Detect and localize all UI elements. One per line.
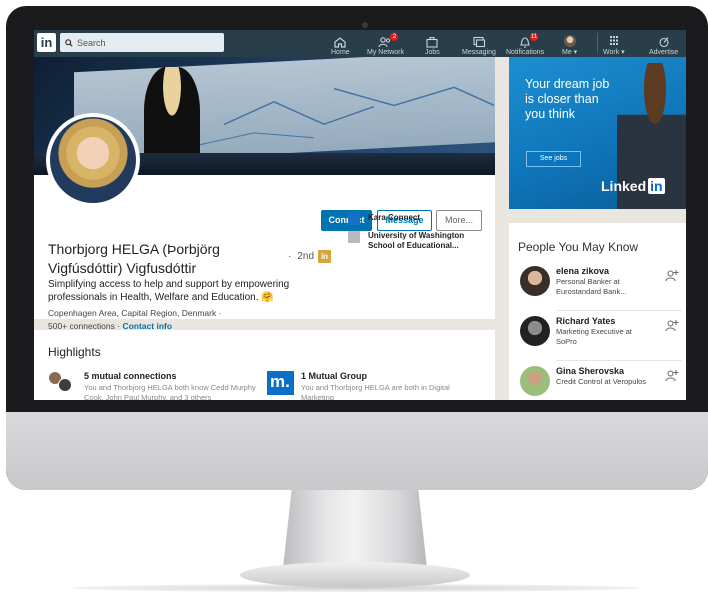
person-subtitle: Credit Control at Veropulos (556, 377, 647, 386)
nav-home-label: Home (331, 49, 350, 56)
notifications-badge: 11 (529, 33, 539, 41)
imac-mockup: in Search Home 2 My Network Jobs Messagi… (0, 0, 708, 596)
me-avatar-icon (563, 35, 576, 47)
add-connection-icon[interactable] (665, 319, 679, 333)
education[interactable]: University of Washington School of Educa… (348, 231, 483, 251)
degree-label: 2nd (297, 251, 315, 262)
nav-messaging-label: Messaging (462, 49, 496, 56)
more-button[interactable]: More... (436, 210, 482, 231)
divider (556, 360, 682, 361)
monitor-stand-neck (283, 490, 427, 568)
person-subtitle: Marketing Executive at SoPro (556, 327, 632, 346)
nav-my-network-label: My Network (367, 49, 404, 56)
nav-my-network[interactable]: 2 My Network (367, 32, 404, 56)
mutual-avatar-2 (58, 378, 72, 392)
highlights-title: Highlights (48, 345, 101, 359)
network-badge: 2 (390, 33, 399, 41)
group-logo-icon: m. (267, 371, 294, 395)
linkedin-screen: in Search Home 2 My Network Jobs Messagi… (34, 30, 686, 400)
person-name[interactable]: elena zikova (556, 266, 609, 276)
camera-icon (362, 22, 368, 28)
mutual-group-sub: You and Thorbjorg HELGA are both in Digi… (301, 383, 450, 400)
person-name[interactable]: Gina Sherovska (556, 366, 624, 376)
messaging-icon (472, 36, 486, 48)
profile-avatar[interactable] (46, 113, 140, 207)
jobs-ad[interactable]: Your dream job is closer than you think … (509, 57, 686, 209)
home-icon (333, 36, 347, 48)
search-input[interactable]: Search (60, 33, 224, 52)
search-icon (65, 38, 73, 47)
nav-messaging[interactable]: Messaging (462, 32, 496, 56)
pymk-person[interactable]: Gina Sherovska Credit Control at Veropul… (518, 366, 682, 400)
mutual-group-link[interactable]: 1 Mutual Group (301, 371, 367, 381)
pymk-person[interactable]: elena zikova Personal Banker at Eurostan… (518, 266, 682, 312)
ad-brand-text: Linked (601, 178, 647, 194)
school-logo-icon (348, 231, 360, 243)
linkedin-premium-icon: in (318, 250, 331, 263)
nav-home[interactable]: Home (331, 32, 350, 56)
pymk-title: People You May Know (518, 240, 639, 254)
ad-text: Your dream job is closer than you think (525, 77, 610, 121)
network-icon: 2 (378, 33, 399, 48)
nav-work[interactable]: Work ▾ (603, 32, 625, 56)
see-jobs-button[interactable]: See jobs (526, 151, 581, 167)
add-connection-icon[interactable] (665, 269, 679, 283)
nav-advertise[interactable]: Advertise (649, 32, 678, 56)
pymk-person[interactable]: Richard Yates Marketing Executive at SoP… (518, 316, 682, 362)
nav-me-label: Me ▾ (562, 49, 578, 56)
banner-slide-text: prep (94, 59, 120, 70)
nav-jobs-label: Jobs (425, 49, 440, 56)
top-navigation-bar: in Search Home 2 My Network Jobs Messagi… (34, 30, 686, 57)
divider (556, 310, 682, 311)
add-connection-icon[interactable] (665, 369, 679, 383)
nav-me[interactable]: Me ▾ (562, 32, 577, 56)
person-name[interactable]: Richard Yates (556, 316, 615, 326)
search-placeholder: Search (77, 37, 106, 48)
linkedin-ad-logo: Linked in (601, 178, 665, 194)
monitor-stand-foot (240, 562, 470, 588)
profile-card: prep Connect Message More... Thorbjorg H… (34, 57, 495, 331)
nav-divider (597, 33, 598, 53)
nav-jobs[interactable]: Jobs (425, 32, 440, 56)
mutual-connections-sub: You and Thorbjorg HELGA both know Cedd M… (84, 383, 256, 400)
linkedin-logo-icon[interactable]: in (37, 33, 56, 52)
profile-name: Thorbjorg HELGA (Þorbjörg Vigfúsdóttir) … (48, 241, 220, 276)
avatar (520, 266, 550, 296)
current-company[interactable]: Kara Connect (348, 213, 420, 225)
person-subtitle: Personal Banker at Eurostandard Bank... (556, 277, 627, 296)
highlights-card: Highlights 5 mutual connections You and … (34, 330, 495, 400)
profile-headline: Simplifying access to help and support b… (48, 279, 290, 303)
notifications-icon: 11 (518, 33, 539, 48)
connection-degree: · 2nd (288, 251, 315, 262)
avatar (520, 366, 550, 396)
jobs-icon (425, 36, 439, 48)
company-name: Kara Connect (368, 213, 421, 222)
nav-notifications-label: Notifications (506, 49, 545, 56)
company-logo-icon (348, 213, 360, 225)
nav-work-label: Work ▾ (603, 49, 625, 56)
work-grid-icon (607, 35, 621, 47)
profile-location: Copenhagen Area, Capital Region, Denmark… (48, 308, 222, 318)
people-you-may-know-card: People You May Know elena zikova Persona… (509, 223, 686, 400)
mutual-connections-link[interactable]: 5 mutual connections (84, 371, 177, 381)
nav-advertise-label: Advertise (649, 49, 679, 56)
ad-brand-in: in (648, 178, 665, 194)
school-name: University of Washington School of Educa… (368, 231, 465, 250)
advertise-icon (657, 36, 671, 48)
monitor-chin (6, 412, 708, 490)
avatar (520, 316, 550, 346)
nav-notifications[interactable]: 11 Notifications (506, 32, 544, 56)
